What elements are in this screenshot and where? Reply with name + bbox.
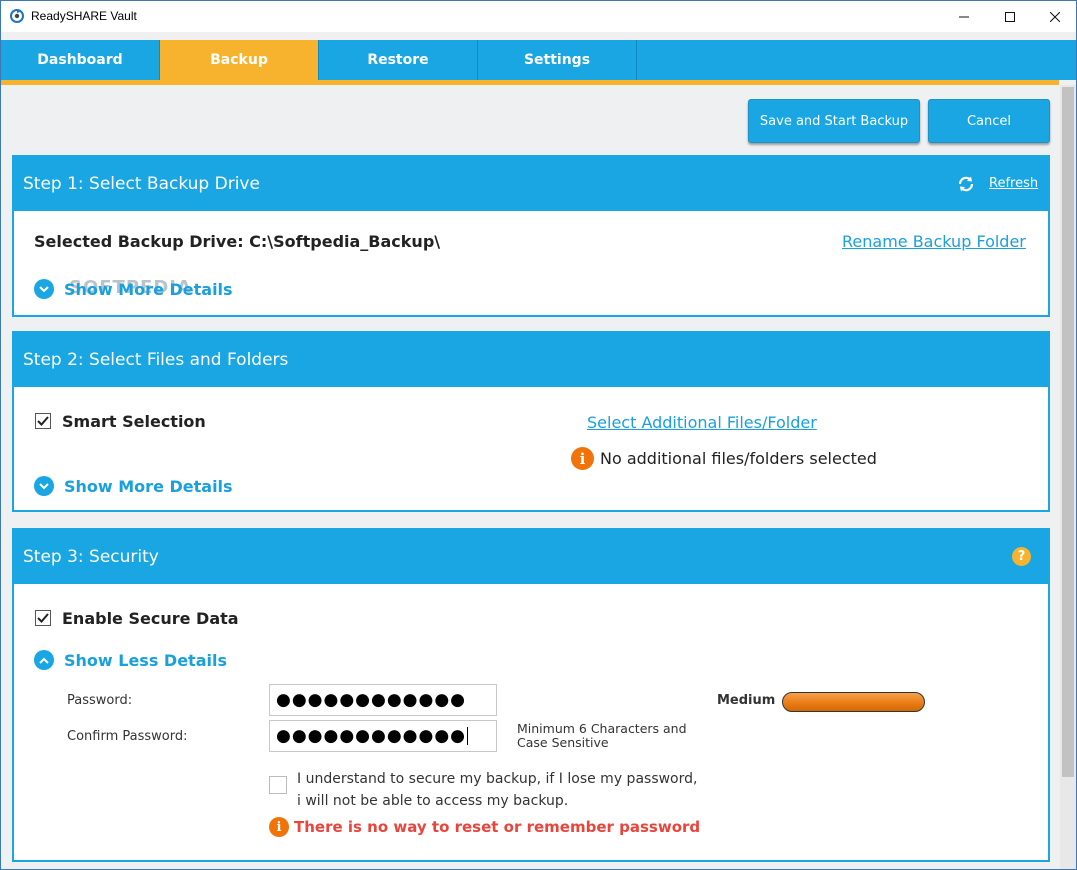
password-hint: Minimum 6 Characters and Case Sensitive <box>517 722 687 750</box>
understand-checkbox[interactable] <box>269 776 287 794</box>
vertical-scrollbar[interactable] <box>1060 85 1076 869</box>
step3-title: Step 3: Security <box>23 547 159 567</box>
step2-show-more-label: Show More Details <box>64 476 233 496</box>
tab-settings[interactable]: Settings <box>478 40 637 80</box>
enable-secure-data-checkbox[interactable] <box>35 610 51 626</box>
no-additional-files-text: No additional files/folders selected <box>600 449 877 468</box>
minimize-icon <box>959 16 969 17</box>
select-additional-files-link[interactable]: Select Additional Files/Folder <box>587 413 817 432</box>
scrollbar-thumb[interactable] <box>1062 87 1074 777</box>
tab-restore[interactable]: Restore <box>319 40 478 80</box>
password-warning-text: There is no way to reset or remember pas… <box>294 818 701 836</box>
refresh-icon[interactable] <box>956 174 976 194</box>
rename-backup-folder-link[interactable]: Rename Backup Folder <box>842 232 1026 251</box>
password-hint-line1: Minimum 6 Characters and <box>517 721 687 736</box>
step2-header: Step 2: Select Files and Folders <box>14 333 1048 387</box>
close-icon <box>1050 11 1060 22</box>
password-label: Password: <box>67 693 133 708</box>
chevron-up-icon <box>34 650 54 670</box>
help-icon[interactable]: ? <box>1012 547 1031 566</box>
step3-show-less-label: Show Less Details <box>64 650 227 670</box>
cancel-button[interactable]: Cancel <box>928 99 1050 143</box>
smart-selection-checkbox[interactable] <box>35 413 51 429</box>
main-navigation: Dashboard Backup Restore Settings <box>1 40 1076 80</box>
step1-show-more-details[interactable]: Show More Details <box>34 279 233 299</box>
password-strength-label: Medium <box>717 693 776 708</box>
step1-title: Step 1: Select Backup Drive <box>23 174 260 194</box>
close-button[interactable] <box>1032 1 1076 32</box>
window-title: ReadySHARE Vault <box>31 9 137 23</box>
checkmark-icon <box>37 613 49 623</box>
step1-header: Step 1: Select Backup Drive <box>14 157 1048 211</box>
step3-show-less-details[interactable]: Show Less Details <box>34 650 227 670</box>
title-bar: ReadySHARE Vault <box>1 1 1076 32</box>
checkmark-icon <box>37 416 49 426</box>
info-icon: i <box>571 447 594 470</box>
confirm-password-value: ●●●●●●●●●●●● <box>276 726 467 746</box>
chevron-down-icon <box>34 279 54 299</box>
step2-panel: Step 2: Select Files and Folders Smart S… <box>12 331 1050 512</box>
enable-secure-data-label: Enable Secure Data <box>62 609 239 628</box>
confirm-password-input[interactable]: ●●●●●●●●●●●● <box>269 720 497 752</box>
password-hint-line2: Case Sensitive <box>517 735 609 750</box>
tab-backup[interactable]: Backup <box>160 40 319 80</box>
maximize-icon <box>1005 11 1015 22</box>
step2-show-more-details[interactable]: Show More Details <box>34 476 233 496</box>
password-input[interactable]: ●●●●●●●●●●●● <box>269 684 497 716</box>
warning-info-icon: i <box>269 817 289 837</box>
backup-content: Save and Start Backup Cancel Step 1: Sel… <box>1 85 1059 869</box>
step2-title: Step 2: Select Files and Folders <box>23 350 289 370</box>
save-and-start-backup-button[interactable]: Save and Start Backup <box>748 99 920 143</box>
password-strength-bar <box>782 692 925 712</box>
step1-panel: Step 1: Select Backup Drive Refresh Sele… <box>12 155 1050 317</box>
step3-panel: Step 3: Security ? Enable Secure Data Sh… <box>12 528 1050 862</box>
refresh-link[interactable]: Refresh <box>989 176 1038 191</box>
tab-dashboard[interactable]: Dashboard <box>1 40 160 80</box>
step1-show-more-label: Show More Details <box>64 279 233 299</box>
smart-selection-label: Smart Selection <box>62 412 206 431</box>
understand-text: I understand to secure my backup, if I l… <box>297 768 697 812</box>
understand-line1: I understand to secure my backup, if I l… <box>297 771 698 787</box>
app-logo-icon <box>10 9 24 23</box>
understand-line2: i will not be able to access my backup. <box>297 793 569 809</box>
maximize-button[interactable] <box>987 1 1033 32</box>
step3-header: Step 3: Security <box>14 530 1048 584</box>
text-cursor <box>467 727 469 745</box>
app-window: ReadySHARE Vault Dashboard Backup Restor… <box>0 0 1077 870</box>
minimize-button[interactable] <box>941 1 987 32</box>
selected-backup-drive: Selected Backup Drive: C:\Softpedia_Back… <box>34 232 441 251</box>
confirm-password-label: Confirm Password: <box>67 729 188 744</box>
chevron-down-icon <box>34 476 54 496</box>
